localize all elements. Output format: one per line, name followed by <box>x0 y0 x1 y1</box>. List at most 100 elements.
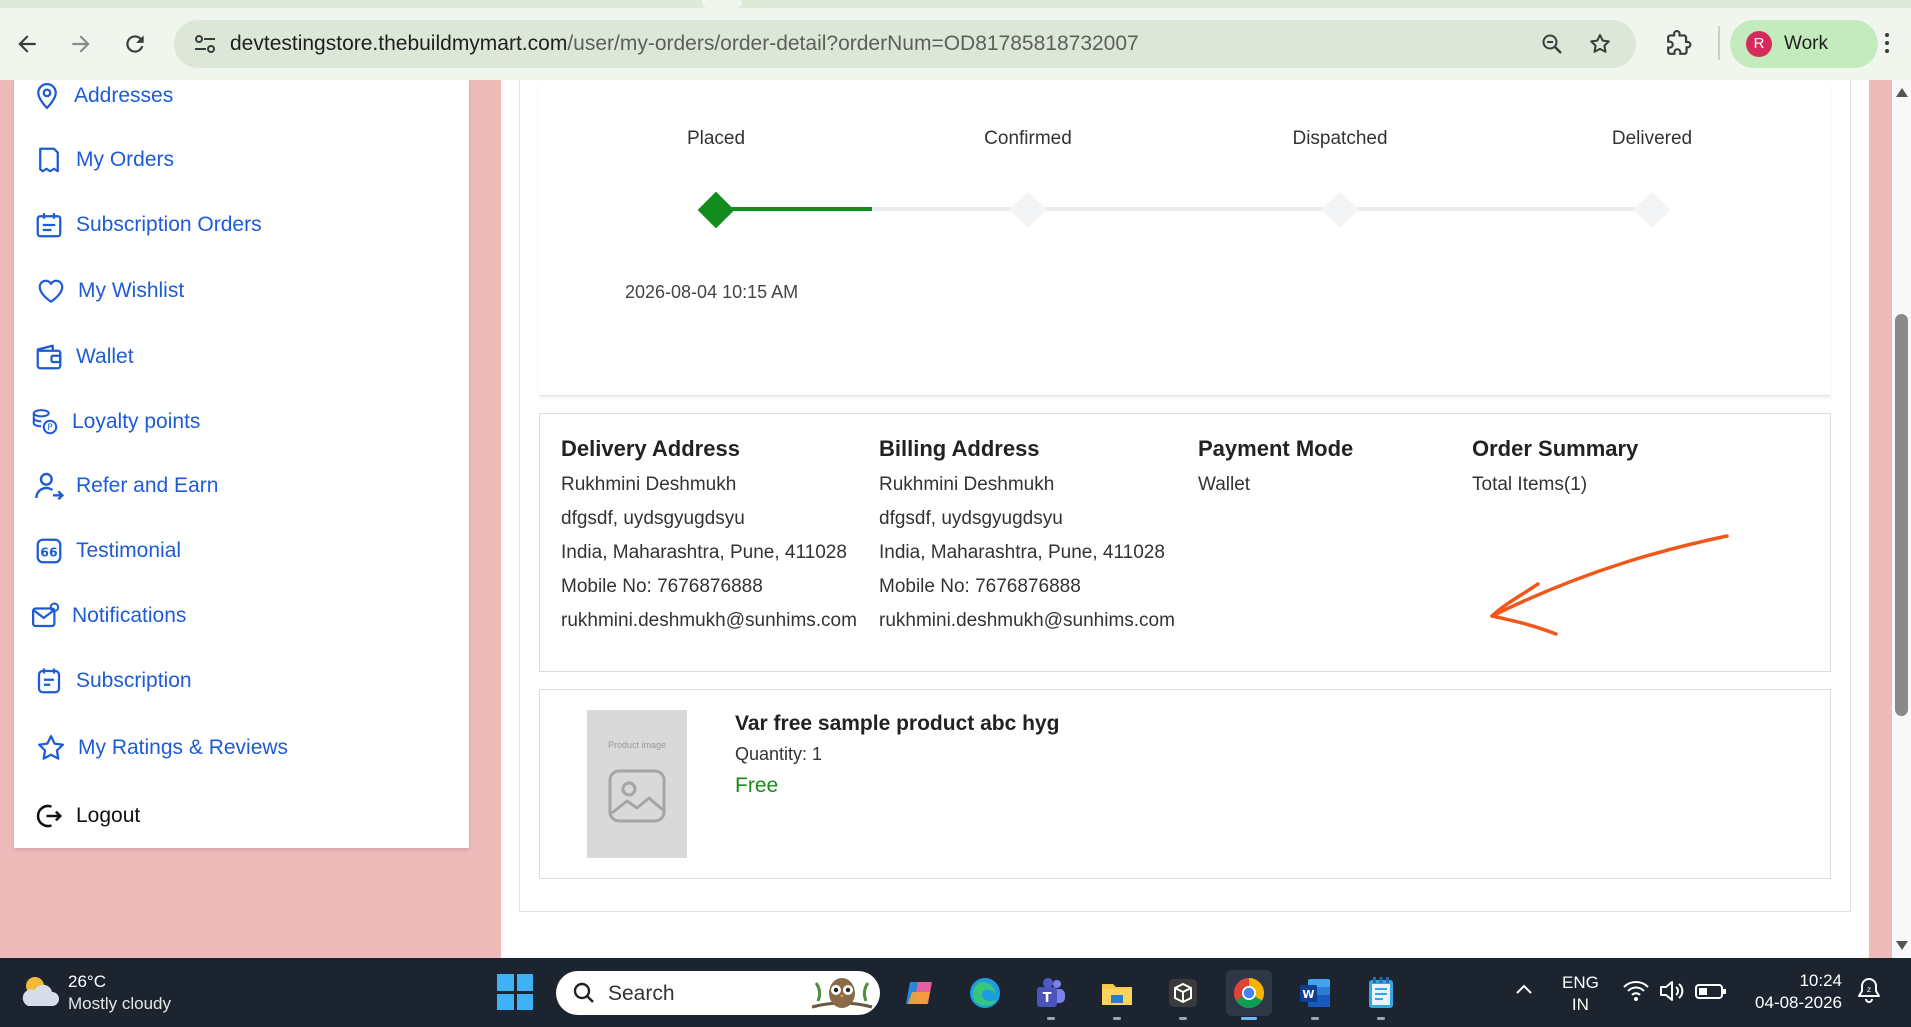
scroll-up-arrow-icon[interactable] <box>1896 88 1908 97</box>
sidebar-item-label: Subscription Orders <box>76 213 262 236</box>
taskbar-app-chrome[interactable] <box>1226 970 1272 1020</box>
sidebar-item-loyalty-points[interactable]: P Loyalty points <box>28 402 200 442</box>
system-clock[interactable]: 10:24 04-08-2026 <box>1752 970 1842 1014</box>
sidebar-item-label: My Ratings & Reviews <box>78 736 289 759</box>
delivery-email: rukhmini.deshmukh@sunhims.com <box>561 610 857 631</box>
url-text[interactable]: devtestingstore.thebuildmymart.com/user/… <box>230 32 1139 56</box>
billing-name: Rukhmini Deshmukh <box>879 474 1055 495</box>
taskbar-app-teams[interactable]: T <box>1028 970 1074 1020</box>
scroll-down-arrow-icon[interactable] <box>1896 941 1908 950</box>
sidebar-item-wallet[interactable]: Wallet <box>32 337 134 377</box>
clock-date: 04-08-2026 <box>1755 993 1842 1012</box>
account-sidebar: Addresses My Orders Subscription Orders … <box>14 80 469 848</box>
quote-icon: 66 <box>32 534 66 568</box>
clock-time: 10:24 <box>1799 971 1842 990</box>
word-icon: W <box>1300 979 1330 1007</box>
avatar: R <box>1746 31 1772 57</box>
sidebar-item-my-wishlist[interactable]: My Wishlist <box>34 271 184 311</box>
delivery-address-title: Delivery Address <box>561 436 740 461</box>
battery-icon <box>1695 984 1726 999</box>
url-host: devtestingstore.thebuildmymart.com <box>230 32 568 55</box>
taskbar-app-edge[interactable] <box>962 970 1008 1016</box>
puzzle-icon <box>1667 30 1692 55</box>
chevron-up-icon[interactable] <box>1512 978 1536 1002</box>
step-label-placed: Placed <box>686 128 746 149</box>
step-marker-placed <box>697 191 735 229</box>
sidebar-item-logout[interactable]: Logout <box>32 796 140 836</box>
delivery-line1: dfgsdf, uydsgyugdsyu <box>561 508 745 529</box>
cloudy-weather-icon <box>22 977 59 1006</box>
taskbar-app-file-explorer[interactable] <box>1094 970 1140 1020</box>
copilot-icon <box>906 982 932 1004</box>
wifi-icon <box>1623 981 1649 1001</box>
taskbar-app-word[interactable]: W <box>1292 970 1338 1020</box>
forward-button[interactable] <box>64 27 98 61</box>
app-running-indicator <box>1179 1017 1187 1020</box>
notification-bell-icon[interactable]: z <box>1856 976 1882 1004</box>
image-placeholder-icon <box>608 769 666 823</box>
step-label-delivered: Delivered <box>1611 128 1693 149</box>
progress-track-fill <box>716 207 872 211</box>
profile-button[interactable]: R Work <box>1730 20 1878 68</box>
region-code: IN <box>1571 995 1589 1014</box>
extensions-button[interactable] <box>1662 26 1696 60</box>
total-items: Total Items(1) <box>1472 474 1588 495</box>
subscription-icon <box>32 664 66 698</box>
billing-line2: India, Maharashtra, Pune, 411028 <box>879 542 1165 563</box>
arrow-left-icon <box>18 35 36 53</box>
scroll-thumb[interactable] <box>1895 314 1908 716</box>
zoom-button[interactable] <box>1536 28 1568 60</box>
taskbar-search[interactable]: Search <box>556 971 880 1015</box>
windows-taskbar: 26°C Mostly cloudy Search T W ENG IN 10:… <box>0 958 1911 1027</box>
search-icon <box>573 982 594 1003</box>
profile-label: Work <box>1784 33 1828 54</box>
billing-email: rukhmini.deshmukh@sunhims.com <box>879 610 1175 631</box>
system-tray-icons[interactable] <box>1622 978 1732 1004</box>
sidebar-item-label: Logout <box>76 804 141 827</box>
reload-button[interactable] <box>118 27 152 61</box>
back-button[interactable] <box>10 27 44 61</box>
product-name[interactable]: Var free sample product abc hyg <box>735 712 1059 736</box>
placed-date: 2026-08-04 10:15 AM <box>625 282 799 302</box>
weather-widget[interactable]: 26°C Mostly cloudy <box>18 970 188 1016</box>
star-icon <box>34 731 68 765</box>
logout-icon <box>32 799 66 833</box>
taskbar-app-box[interactable] <box>1160 970 1206 1020</box>
delivery-name: Rukhmini Deshmukh <box>561 474 737 495</box>
teams-icon: T <box>1037 978 1065 1007</box>
sidebar-item-label: Refer and Earn <box>76 474 219 497</box>
payment-mode-section: Payment Mode Wallet <box>1198 436 1353 502</box>
envelope-icon <box>28 599 62 633</box>
sidebar-item-notifications[interactable]: Notifications <box>28 596 186 636</box>
billing-address-title: Billing Address <box>879 436 1040 461</box>
sidebar-item-label: Wallet <box>76 345 134 368</box>
taskbar-app-notepad[interactable] <box>1358 970 1404 1020</box>
order-status-tracker: Placed Confirmed Dispatched Delivered 20… <box>539 80 1831 396</box>
page-viewport: Addresses My Orders Subscription Orders … <box>0 80 1892 958</box>
app-running-indicator <box>1377 1017 1385 1020</box>
toolbar-separator <box>1718 26 1720 60</box>
app-running-indicator <box>1047 1017 1055 1020</box>
windows-start-icon[interactable] <box>497 974 533 1010</box>
step-label-dispatched: Dispatched <box>1292 128 1388 149</box>
sidebar-item-my-orders[interactable]: My Orders <box>32 140 174 180</box>
page-scrollbar[interactable] <box>1892 80 1911 958</box>
browser-menu-button[interactable] <box>1877 26 1897 60</box>
coins-icon: P <box>28 405 62 439</box>
address-bar[interactable]: devtestingstore.thebuildmymart.com/user/… <box>174 20 1636 68</box>
sidebar-item-label: Testimonial <box>76 539 182 562</box>
app-running-indicator <box>1241 1017 1257 1020</box>
sidebar-item-subscription[interactable]: Subscription <box>32 661 192 701</box>
notepad-icon <box>1369 977 1393 1008</box>
sidebar-item-label: Loyalty points <box>72 410 201 433</box>
taskbar-app-copilot[interactable] <box>896 970 942 1016</box>
search-label: Search <box>608 982 675 1005</box>
sidebar-item-refer-and-earn[interactable]: Refer and Earn <box>32 466 218 506</box>
sidebar-item-testimonial[interactable]: 66 Testimonial <box>32 531 181 571</box>
input-language[interactable]: ENG IN <box>1562 972 1599 1016</box>
sidebar-item-subscription-orders[interactable]: Subscription Orders <box>32 205 262 245</box>
sidebar-item-addresses[interactable]: Addresses <box>30 80 173 116</box>
bookmark-button[interactable] <box>1584 28 1616 60</box>
sidebar-item-my-ratings-reviews[interactable]: My Ratings & Reviews <box>34 728 288 768</box>
site-info-button[interactable] <box>190 30 220 58</box>
